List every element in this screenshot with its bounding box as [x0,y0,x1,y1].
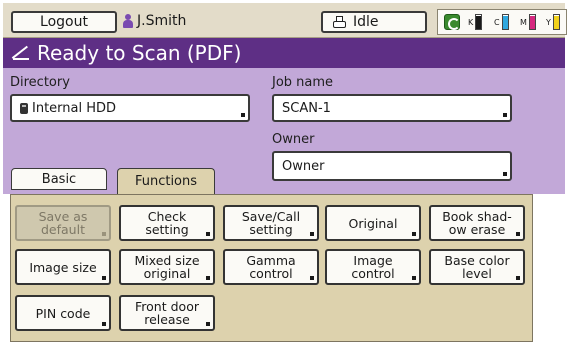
page-title: Ready to Scan (PDF) [37,41,242,65]
job-name-label: Job name [272,75,334,90]
save-call-setting-label: Save/Call setting [241,209,301,237]
save-call-setting-button[interactable]: Save/Call setting [223,205,319,241]
toner-y: Y [546,14,560,30]
user-name: J.Smith [137,13,187,29]
owner-value: Owner [282,158,325,174]
toner-m-bar [528,14,536,30]
status-button[interactable]: Idle [321,11,427,33]
gamma-control-label: Gamma control [246,253,296,281]
side-margin [533,194,565,342]
check-setting-label: Check setting [145,209,189,237]
functions-area: Save as default Check setting Save/Call … [10,194,533,342]
front-door-release-button[interactable]: Front door release [119,295,215,331]
directory-label: Directory [10,75,70,90]
pin-code-label: PIN code [35,305,91,321]
toner-m: M [520,14,536,30]
image-control-button[interactable]: Image control [325,249,421,285]
save-as-default-button[interactable]: Save as default [15,205,111,241]
toner-y-bar [552,14,560,30]
mixed-size-original-button[interactable]: Mixed size original [119,249,215,285]
image-size-button[interactable]: Image size [15,249,111,285]
directory-value: Internal HDD [32,100,117,116]
image-control-label: Image control [351,253,395,281]
tab-basic[interactable]: Basic [11,168,107,190]
tab-functions-label: Functions [134,174,198,189]
tab-basic-label: Basic [41,171,77,187]
image-size-label: Image size [29,259,97,275]
front-door-release-label: Front door release [135,299,199,327]
book-shadow-erase-label: Book shad- ow erase [442,209,512,237]
toner-c: C [494,14,509,30]
owner-field[interactable]: Owner [272,151,512,181]
scan-settings-panel: Directory Internal HDD Job name SCAN-1 O… [3,68,565,194]
toner-k: K [468,14,483,30]
toner-status[interactable]: K C M Y [437,9,567,35]
user-indicator: J.Smith [123,13,186,29]
logout-label: Logout [40,14,88,30]
job-name-field[interactable]: SCAN-1 [272,94,512,122]
pin-code-button[interactable]: PIN code [15,295,111,331]
scanner-screen: Logout J.Smith Idle K C M Y Ready to Sca… [0,0,568,347]
check-setting-button[interactable]: Check setting [119,205,215,241]
status-label: Idle [353,14,379,30]
printer-icon [333,15,347,29]
gamma-control-button[interactable]: Gamma control [223,249,319,285]
tab-functions[interactable]: Functions [117,168,215,194]
title-bar: Ready to Scan (PDF) [3,38,565,68]
mixed-size-original-label: Mixed size original [134,253,200,281]
job-name-value: SCAN-1 [282,100,331,116]
scan-icon [11,45,31,60]
logout-button[interactable]: Logout [11,11,117,33]
original-label: Original [348,215,398,231]
hdd-icon [20,102,28,114]
toner-k-bar [475,14,483,30]
original-button[interactable]: Original [325,205,421,241]
toner-c-bar [501,14,509,30]
book-shadow-erase-button[interactable]: Book shad- ow erase [429,205,525,241]
user-icon [123,14,133,28]
base-color-level-button[interactable]: Base color level [429,249,525,285]
owner-label: Owner [272,132,315,147]
eco-mode-icon [444,14,460,30]
save-as-default-label: Save as default [38,209,88,237]
status-bar: Logout J.Smith Idle K C M Y [3,3,567,38]
directory-field[interactable]: Internal HDD [10,94,250,122]
base-color-level-label: Base color level [444,253,510,281]
